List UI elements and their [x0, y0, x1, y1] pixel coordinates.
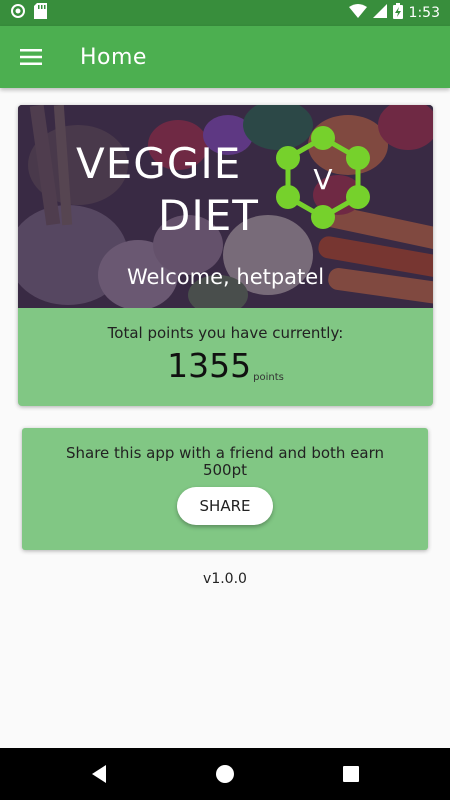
points-card: VEGGIE DIET V Welcome, hetpatel Total po… — [18, 105, 433, 406]
share-text: Share this app with a friend and both ea… — [65, 444, 385, 479]
points-unit: points — [253, 372, 284, 383]
hero-banner: VEGGIE DIET V Welcome, hetpatel — [18, 105, 433, 308]
svg-text:VEGGIE: VEGGIE — [76, 139, 241, 188]
svg-text:V: V — [313, 163, 332, 196]
welcome-text: Welcome, hetpatel — [126, 265, 325, 289]
app-bar: Home — [0, 26, 450, 88]
battery-charging-icon — [392, 3, 403, 23]
points-caption: Total points you have currently: — [107, 324, 344, 342]
status-bar: 1:53 — [0, 0, 450, 26]
clock-time: 1:53 — [408, 5, 440, 21]
version-label: v1.0.0 — [203, 571, 247, 587]
wifi-icon — [348, 4, 367, 22]
share-card: Share this app with a friend and both ea… — [22, 428, 428, 550]
signal-icon — [372, 4, 387, 22]
points-row: 1355 points — [18, 347, 433, 385]
home-icon[interactable] — [205, 754, 245, 794]
share-button[interactable]: SHARE — [177, 487, 273, 525]
recents-icon[interactable] — [331, 754, 371, 794]
hamburger-menu-icon[interactable] — [0, 26, 62, 88]
back-icon[interactable] — [79, 754, 119, 794]
veggie-diet-logo: VEGGIE DIET V — [76, 126, 370, 240]
points-value: 1355 — [167, 346, 252, 385]
points-section: Total points you have currently: 1355 po… — [18, 308, 433, 406]
page-title: Home — [80, 44, 147, 70]
system-navigation-bar — [0, 748, 450, 800]
svg-text:DIET: DIET — [158, 191, 259, 240]
sd-card-icon — [34, 3, 47, 23]
notification-circle-icon — [10, 3, 26, 23]
